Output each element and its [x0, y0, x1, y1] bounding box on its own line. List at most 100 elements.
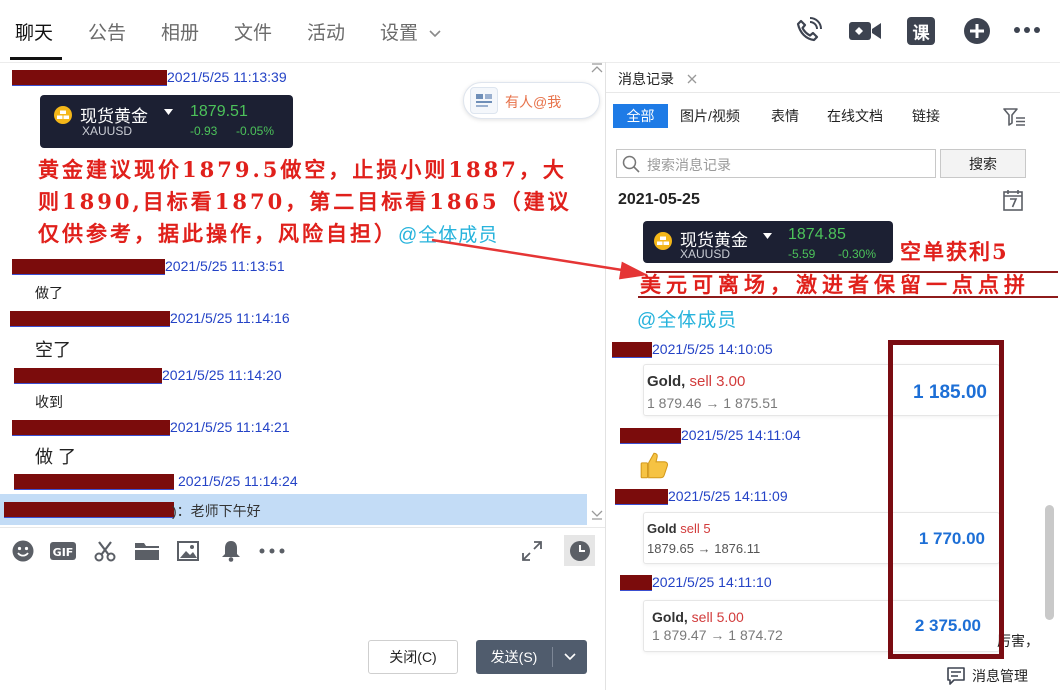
quote-card[interactable]: 现货黄金 1879.51 XAUUSD -0.93 -0.05%: [40, 95, 293, 148]
close-button[interactable]: 关闭(C): [368, 640, 458, 674]
composer-divider: [0, 527, 605, 528]
filter-icon[interactable]: [1003, 107, 1026, 127]
history-tab-title[interactable]: 消息记录: [618, 69, 674, 89]
image-icon[interactable]: [176, 539, 200, 563]
history-entry-header: 2021/5/25 14:11:04: [620, 426, 801, 444]
message-header: 2021/5/25 11:13:39: [12, 68, 287, 86]
phone-icon[interactable]: [792, 15, 824, 47]
tab-album[interactable]: 相册: [161, 21, 199, 47]
tab-announcements[interactable]: 公告: [88, 21, 126, 47]
trade-card[interactable]: Gold, sell 3.00 1 879.46 → 1 875.51 1 18…: [643, 364, 1000, 416]
message-header: 2021/5/25 11:14:16: [10, 309, 290, 327]
message-time: 2021/5/25 14:11:10: [652, 574, 772, 590]
send-button-group: 发送(S): [476, 640, 587, 674]
message-time: 2021/5/25 11:14:20: [162, 367, 282, 383]
message-text: 收到: [35, 394, 63, 410]
search-button[interactable]: 搜索: [940, 149, 1026, 178]
trade-symbol: Gold: [647, 521, 677, 536]
trade-side: sell 3.00: [689, 373, 746, 390]
scissors-icon[interactable]: [93, 539, 117, 563]
tab-files[interactable]: 文件: [234, 21, 272, 47]
redacted-sender-name: [612, 341, 652, 357]
bell-icon[interactable]: [219, 539, 243, 563]
annotation-line: 空单获利5: [900, 239, 1009, 264]
mention-badge-label: 有人@我: [505, 94, 562, 110]
group-avatar: [470, 87, 498, 114]
message-time: 2021/5/25 14:10:05: [652, 341, 773, 357]
caret-down-icon[interactable]: [164, 109, 173, 116]
calendar-icon[interactable]: [1003, 189, 1023, 211]
more-tools-icon[interactable]: [258, 539, 286, 563]
send-button[interactable]: 发送(S): [476, 647, 552, 667]
trade-title: Gold, sell 3.00: [647, 373, 745, 390]
message-header: 2021/5/25 11:13:51: [12, 257, 285, 275]
scroll-top-icon[interactable]: [590, 62, 604, 74]
mention-all-link[interactable]: @全体成员: [398, 225, 498, 246]
history-search-field[interactable]: 搜索消息记录: [616, 149, 936, 178]
quote-change: -5.59: [788, 247, 816, 261]
message-manage-button[interactable]: 消息管理: [946, 666, 1028, 686]
scroll-bottom-icon[interactable]: [590, 509, 604, 521]
tab-settings[interactable]: 设置: [380, 21, 418, 47]
plus-circle-icon[interactable]: [963, 17, 991, 45]
message-text: 空了: [35, 340, 71, 360]
gold-icon: [654, 232, 672, 250]
announcement-line: 黄金建议现价1879.5做空，止损小则1887，大: [38, 157, 567, 182]
trade-side: sell 5: [680, 521, 711, 536]
more-icon[interactable]: [1012, 22, 1042, 38]
redacted-sender-name: [14, 473, 174, 489]
announcement-line: 仅供参考，据此操作，风险自担）: [38, 221, 398, 246]
message-manage-label: 消息管理: [972, 668, 1028, 684]
trade-prices: 1 879.46 → 1 875.51: [647, 395, 778, 411]
tab-chat[interactable]: 聊天: [15, 21, 53, 47]
message-header: 2021/5/25 11:14:20: [14, 366, 282, 384]
trade-prices: 1879.65 → 1876.11: [647, 541, 761, 556]
message-time: 2021/5/25 11:14:16: [170, 310, 290, 326]
message-time: 2021/5/25 11:14:21: [170, 419, 290, 435]
message-text: 做了: [35, 285, 63, 301]
trade-card[interactable]: Gold sell 5 1879.65 → 1876.11 1 770.00: [643, 512, 1000, 564]
history-tab-divider: [606, 92, 1060, 93]
filter-all[interactable]: 全部: [613, 104, 668, 128]
gold-icon: [54, 106, 72, 124]
message-header: 2021/5/25 11:14:24: [14, 472, 298, 490]
chevron-down-icon[interactable]: [429, 29, 441, 38]
redacted-sender-name: [12, 419, 170, 435]
redacted-sender-name: [12, 258, 165, 274]
quote-price: 1879.51: [190, 103, 248, 120]
quote-change-percent: -0.30%: [838, 247, 877, 261]
expand-icon[interactable]: [520, 539, 544, 563]
filter-media[interactable]: 图片/视频: [680, 106, 740, 126]
emoji-icon[interactable]: [11, 539, 35, 563]
course-button[interactable]: 课: [907, 17, 935, 45]
new-message-preview[interactable]: )：老师下午好: [0, 494, 587, 525]
message-text: 做了: [35, 447, 81, 467]
caret-down-icon[interactable]: [763, 233, 772, 240]
filter-stickers[interactable]: 表情: [771, 106, 799, 126]
pane-divider: [605, 62, 606, 690]
tab-activities[interactable]: 活动: [307, 21, 345, 47]
mention-badge[interactable]: 有人@我: [463, 82, 600, 119]
trade-card[interactable]: Gold, sell 5.00 1 879.47 → 1 874.72 2 37…: [643, 600, 1000, 652]
message-input[interactable]: [0, 572, 605, 632]
history-quote-card[interactable]: 现货黄金 1874.85 XAUUSD -5.59 -0.30%: [643, 221, 893, 263]
trade-symbol: Gold,: [652, 609, 688, 625]
video-camera-icon[interactable]: [848, 17, 882, 45]
mention-all-link[interactable]: @全体成员: [637, 305, 737, 332]
message-time: 2021/5/25 14:11:09: [668, 488, 788, 504]
message-manage-icon: [947, 667, 965, 685]
partial-message-text: 厉害，: [997, 633, 1039, 649]
folder-icon[interactable]: [135, 539, 159, 563]
history-entry-header: 2021/5/25 14:11:09: [615, 487, 788, 505]
trade-prices: 1 879.47 → 1 874.72: [652, 627, 783, 643]
trade-profit: 1 770.00: [918, 529, 985, 548]
history-clock-icon[interactable]: [564, 535, 595, 566]
filter-docs[interactable]: 在线文档: [827, 106, 883, 126]
history-entry-header: 2021/5/25 14:10:05: [612, 340, 773, 358]
redacted-sender-name: [620, 574, 652, 590]
filter-links[interactable]: 链接: [912, 106, 940, 126]
gif-icon[interactable]: GIF: [50, 539, 76, 563]
send-options-chevron-icon[interactable]: [553, 653, 587, 661]
close-icon[interactable]: [687, 74, 697, 84]
history-scrollbar[interactable]: [1045, 505, 1054, 620]
